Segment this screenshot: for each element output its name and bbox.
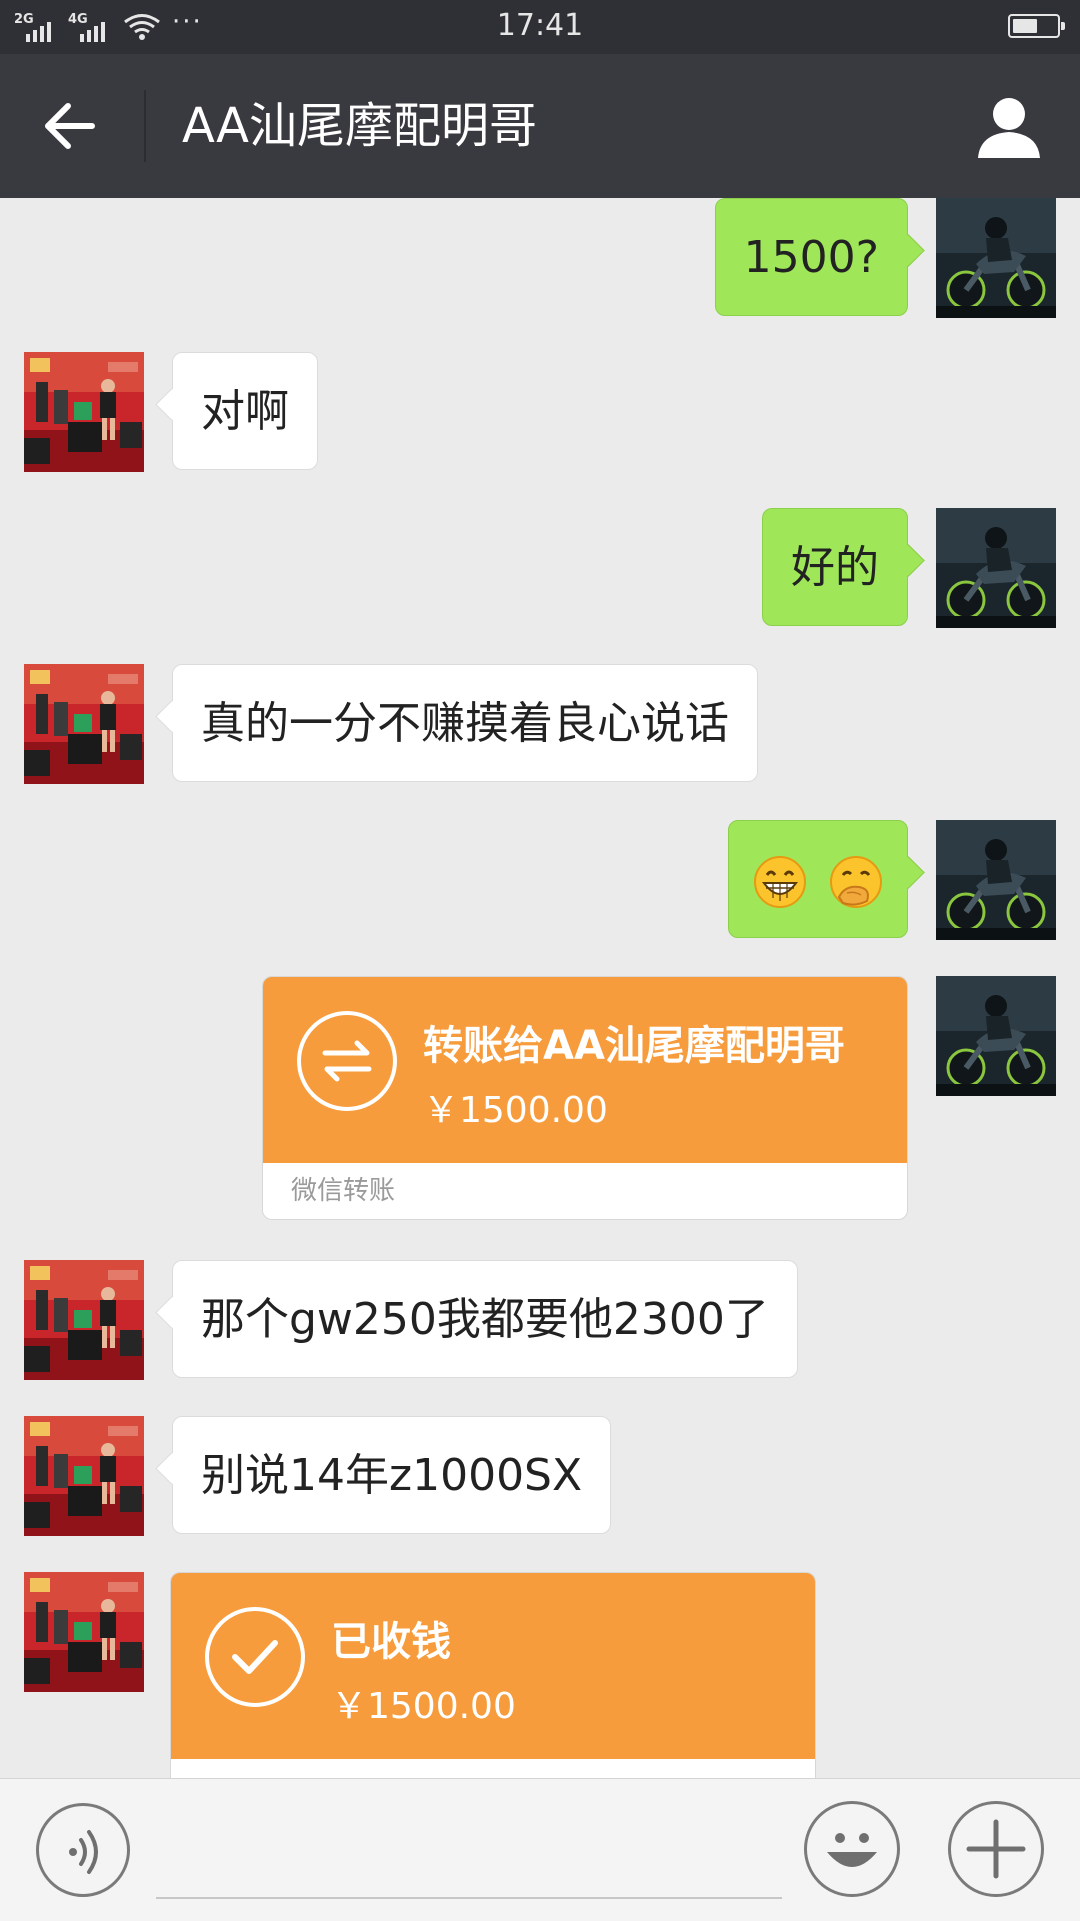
- plus-icon: [966, 1819, 1026, 1879]
- voice-input-button[interactable]: [36, 1803, 130, 1897]
- message-row: [0, 820, 1080, 940]
- received-payment-card[interactable]: 已收钱 ￥1500.00: [170, 1572, 816, 1778]
- incoming-message-bubble[interactable]: 对啊: [172, 352, 318, 470]
- outgoing-message-bubble[interactable]: 好的: [762, 508, 908, 626]
- transfer-card[interactable]: 转账给AA汕尾摩配明哥 ￥1500.00 微信转账: [262, 976, 908, 1220]
- contact-avatar[interactable]: [24, 664, 144, 784]
- incoming-message-bubble[interactable]: 真的一分不赚摸着良心说话: [172, 664, 758, 782]
- message-input[interactable]: [156, 1807, 782, 1899]
- voice-icon: [69, 1830, 98, 1874]
- nav-divider: [144, 90, 146, 162]
- contact-avatar[interactable]: [24, 1572, 144, 1692]
- my-avatar[interactable]: [936, 820, 1056, 940]
- message-row: 已收钱 ￥1500.00: [0, 1572, 1080, 1778]
- message-row: 1500?: [0, 198, 1080, 318]
- outgoing-emoji-bubble[interactable]: [728, 820, 908, 938]
- message-row: 好的: [0, 508, 1080, 628]
- back-button[interactable]: [40, 98, 100, 154]
- status-time: 17:41: [496, 8, 584, 43]
- contact-avatar[interactable]: [24, 1260, 144, 1380]
- received-title: 已收钱: [331, 1619, 451, 1665]
- input-bar: [0, 1778, 1080, 1921]
- grinning-face-icon: [754, 856, 806, 908]
- received-card-body: 已收钱 ￥1500.00: [171, 1573, 815, 1759]
- message-row: 转账给AA汕尾摩配明哥 ￥1500.00 微信转账: [0, 976, 1080, 1222]
- incoming-message-bubble[interactable]: 别说14年z1000SX: [172, 1416, 612, 1534]
- message-row: 真的一分不赚摸着良心说话: [0, 664, 1080, 784]
- nav-bar: AA汕尾摩配明哥: [0, 54, 1080, 198]
- received-card-footer: [171, 1759, 815, 1778]
- chat-info-button[interactable]: [974, 94, 1044, 160]
- contact-avatar[interactable]: [24, 1416, 144, 1536]
- contact-avatar[interactable]: [24, 352, 144, 472]
- checkmark-icon: [205, 1607, 305, 1707]
- message-row: 那个gw250我都要他2300了: [0, 1260, 1080, 1380]
- transfer-footer: 微信转账: [263, 1163, 907, 1219]
- emoji-button[interactable]: [804, 1801, 900, 1897]
- message-row: 对啊: [0, 352, 1080, 472]
- transfer-card-body: 转账给AA汕尾摩配明哥 ￥1500.00: [263, 977, 907, 1163]
- my-avatar[interactable]: [936, 198, 1056, 318]
- transfer-amount: ￥1500.00: [423, 1090, 608, 1131]
- received-amount: ￥1500.00: [331, 1686, 516, 1727]
- outgoing-message-bubble[interactable]: 1500?: [714, 198, 908, 316]
- incoming-message-bubble[interactable]: 那个gw250我都要他2300了: [172, 1260, 798, 1378]
- my-avatar[interactable]: [936, 976, 1056, 1096]
- smiley-icon: [827, 1833, 877, 1867]
- hand-over-mouth-face-icon: [830, 856, 882, 908]
- status-bar: 2G 4G ··· 17:41: [0, 0, 1080, 54]
- my-avatar[interactable]: [936, 508, 1056, 628]
- battery-icon: [1008, 14, 1065, 38]
- chat-messages[interactable]: 1500? 对啊 好的 真的一分不赚摸着良心说话 转账给AA汕尾摩配明哥 ￥15…: [0, 198, 1080, 1778]
- transfer-arrows-icon: [297, 1011, 397, 1111]
- arrow-left-icon: [45, 103, 95, 149]
- chat-title: AA汕尾摩配明哥: [182, 98, 538, 154]
- more-options-button[interactable]: [948, 1801, 1044, 1897]
- person-icon: [978, 98, 1040, 158]
- message-row: 别说14年z1000SX: [0, 1416, 1080, 1536]
- transfer-title: 转账给AA汕尾摩配明哥: [423, 1023, 845, 1069]
- battery-level: [1013, 19, 1037, 33]
